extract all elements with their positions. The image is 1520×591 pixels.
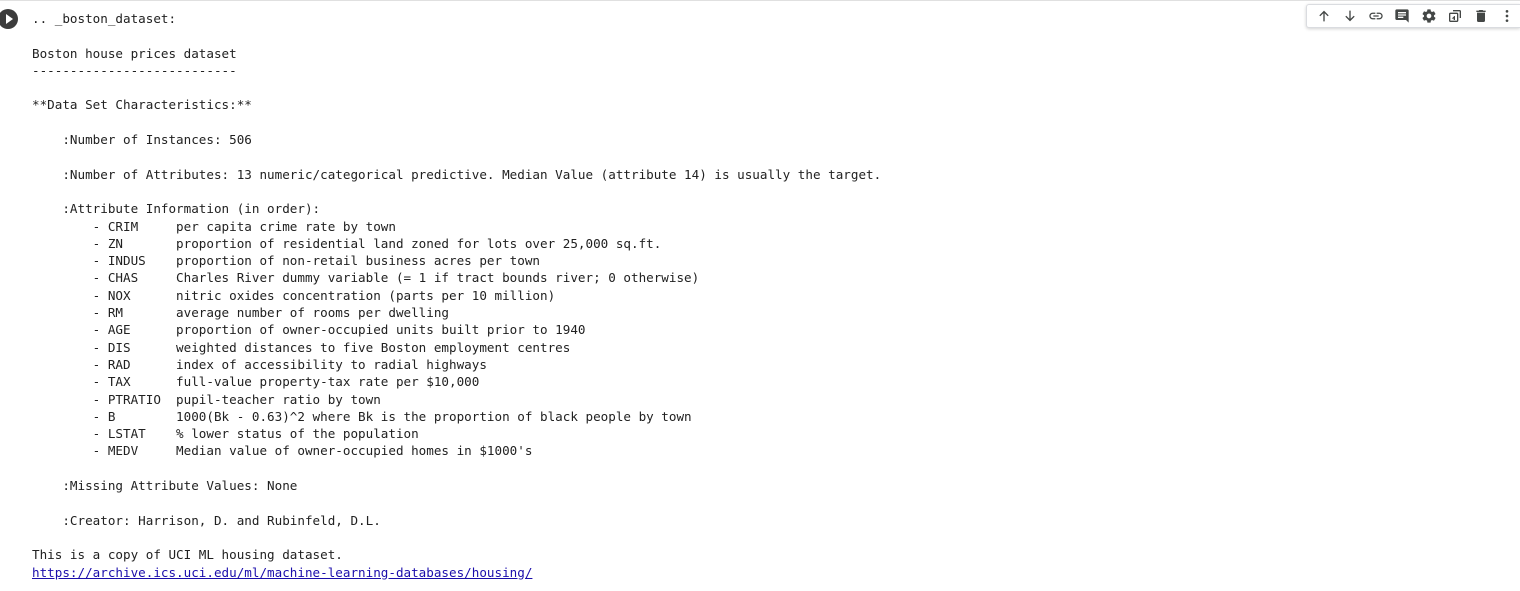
arrow-up-icon	[1319, 10, 1329, 22]
output-line: **Data Set Characteristics:**	[32, 97, 252, 113]
output-line: - RAD index of accessibility to radial h…	[32, 356, 487, 372]
cell-output: .. _boston_dataset: Boston house prices d…	[32, 10, 881, 581]
output-line: Boston house prices dataset	[32, 45, 237, 61]
output-line: - INDUS proportion of non-retail busines…	[32, 253, 540, 269]
copy-link-button[interactable]	[1363, 4, 1389, 28]
output-line: - DIS weighted distances to five Boston …	[32, 339, 571, 355]
arrow-down-icon	[1345, 10, 1355, 22]
run-cell-button[interactable]	[0, 9, 18, 29]
output-line-link: https://archive.ics.uci.edu/ml/machine-l…	[32, 564, 881, 581]
cell-top-border	[0, 0, 1520, 1]
output-line: - CHAS Charles River dummy variable (= 1…	[32, 270, 700, 286]
output-line: - LSTAT % lower status of the population	[32, 426, 419, 442]
cell-toolbar	[1306, 4, 1520, 28]
output-line: - TAX full-value property-tax rate per $…	[32, 374, 480, 390]
cell-settings-button[interactable]	[1416, 4, 1442, 28]
move-cell-up-button[interactable]	[1311, 4, 1337, 28]
mirror-cell-button[interactable]	[1442, 4, 1468, 28]
gear-icon	[1422, 9, 1436, 23]
add-comment-button[interactable]	[1389, 4, 1415, 28]
output-line: - ZN proportion of residential land zone…	[32, 235, 662, 251]
output-line: :Attribute Information (in order):	[32, 201, 321, 217]
link-icon	[1369, 12, 1383, 20]
output-line: - AGE proportion of owner-occupied units…	[32, 322, 586, 338]
more-actions-button[interactable]	[1494, 4, 1520, 28]
output-line: - RM average number of rooms per dwellin…	[32, 305, 450, 321]
comment-icon	[1395, 9, 1410, 23]
output-line: ---------------------------	[32, 62, 237, 78]
output-line: - MEDV Median value of owner-occupied ho…	[32, 443, 533, 459]
output-line: :Number of Attributes: 13 numeric/catego…	[32, 166, 882, 182]
output-line: - PTRATIO pupil-teacher ratio by town	[32, 391, 381, 407]
mirror-cell-icon	[1448, 10, 1461, 22]
trash-icon	[1476, 10, 1486, 22]
output-line: - CRIM per capita crime rate by town	[32, 218, 396, 234]
more-vert-icon	[1505, 10, 1509, 22]
output-line: - B 1000(Bk - 0.63)^2 where Bk is the pr…	[32, 408, 692, 424]
output-line: :Creator: Harrison, D. and Rubinfeld, D.…	[32, 512, 381, 528]
output-line: - NOX nitric oxides concentration (parts…	[32, 287, 556, 303]
output-line: .. _boston_dataset:	[32, 11, 177, 26]
dataset-source-link[interactable]: https://archive.ics.uci.edu/ml/machine-l…	[32, 565, 532, 580]
output-line: This is a copy of UCI ML housing dataset…	[32, 547, 343, 563]
move-cell-down-button[interactable]	[1337, 4, 1363, 28]
output-line: :Missing Attribute Values: None	[32, 478, 298, 494]
output-line: :Number of Instances: 506	[32, 132, 252, 148]
delete-cell-button[interactable]	[1468, 4, 1494, 28]
